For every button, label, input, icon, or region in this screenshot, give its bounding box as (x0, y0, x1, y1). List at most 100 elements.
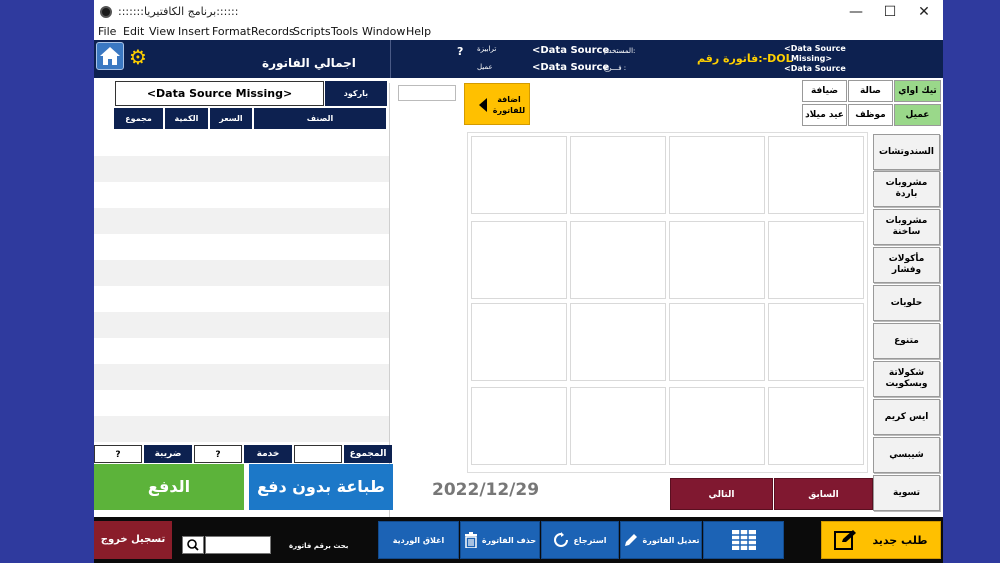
tax-value: ? (94, 445, 142, 463)
user-datasource: <Data Source (532, 45, 610, 56)
edit-invoice-button[interactable]: تعديل الفاتورة (620, 521, 702, 559)
product-tile[interactable] (570, 303, 666, 381)
order-type-customer[interactable]: عميل (894, 104, 941, 126)
barcode-input[interactable]: <Data Source Missing> (115, 81, 324, 106)
menu-file[interactable]: File (98, 25, 116, 38)
datasource-right-2: Missing> (791, 54, 833, 63)
table-row[interactable] (94, 130, 389, 156)
refund-label: استرجاع (573, 535, 607, 545)
new-order-button[interactable]: طلب جديد (821, 521, 941, 559)
window-title: :::::::برنامج الكافتيريا:::::: (118, 5, 239, 18)
topbar-divider (390, 40, 943, 78)
product-tile[interactable] (471, 303, 567, 381)
table-row[interactable] (94, 390, 389, 416)
quantity-input[interactable] (398, 85, 456, 101)
order-type-takeaway[interactable]: تيك اواي (894, 80, 941, 102)
search-button[interactable] (182, 536, 204, 554)
edit-note-icon (834, 530, 857, 550)
grid-view-button[interactable] (703, 521, 784, 559)
product-tile[interactable] (768, 136, 864, 214)
logout-button[interactable]: تسجيل خروج (94, 521, 172, 559)
pay-button[interactable]: الدفع (94, 464, 244, 510)
title-bar: :::::::برنامج الكافتيريا:::::: — ☐ ✕ (94, 0, 943, 24)
table-row[interactable] (94, 156, 389, 182)
menu-window[interactable]: Window (362, 25, 405, 38)
menu-records[interactable]: Records (251, 25, 295, 38)
col-qty: الكمية (165, 108, 208, 129)
menu-edit[interactable]: Edit (123, 25, 144, 38)
category-sandwiches[interactable]: السندوتشات (873, 134, 940, 170)
top-info-bar: ⚙ اجمالي الفاتورة ? ترابيزة عميل <Data S… (94, 40, 943, 78)
table-row[interactable] (94, 364, 389, 390)
next-page-button[interactable]: التالي (670, 478, 773, 510)
invoice-search-input[interactable] (205, 536, 271, 554)
menu-format[interactable]: Format (212, 25, 251, 38)
total-label: المجموع (344, 445, 392, 463)
prev-page-button[interactable]: السابق (774, 478, 873, 510)
product-tile[interactable] (471, 221, 567, 299)
product-tile[interactable] (669, 387, 765, 465)
table-row[interactable] (94, 234, 389, 260)
tax-label: ضريبة (144, 445, 192, 463)
print-without-pay-button[interactable]: طباعة بدون دفع (249, 464, 393, 510)
table-row[interactable] (94, 260, 389, 286)
col-item: الصنف (254, 108, 386, 129)
table-row[interactable] (94, 286, 389, 312)
category-hot-drinks[interactable]: مشروبات ساخنة (873, 209, 940, 245)
product-tile[interactable] (471, 136, 567, 214)
table-row[interactable] (94, 416, 389, 442)
category-ice-cream[interactable]: ايس كريم (873, 399, 940, 435)
category-chips[interactable]: شيبسي (873, 437, 940, 473)
product-tile[interactable] (570, 221, 666, 299)
customer-label: عميل (477, 63, 493, 71)
order-type-employee[interactable]: موظف (848, 104, 893, 126)
product-tile[interactable] (768, 303, 864, 381)
category-chocolate-biscuit[interactable]: شكولاتة وبسكويت (873, 361, 940, 397)
datasource-right-1: <Data Source (784, 44, 846, 53)
trash-icon (464, 532, 477, 548)
menu-help[interactable]: Help (406, 25, 431, 38)
pencil-icon (624, 534, 637, 546)
close-shift-button[interactable]: اغلاق الوردية (378, 521, 459, 559)
menu-view[interactable]: View (149, 25, 175, 38)
datasource-right-3: <Data Source (784, 64, 846, 73)
menu-scripts[interactable]: Scripts (293, 25, 331, 38)
col-price: السعر (210, 108, 252, 129)
category-sweets[interactable]: حلويات (873, 285, 940, 321)
table-row[interactable] (94, 338, 389, 364)
minimize-button[interactable]: — (841, 3, 871, 21)
category-misc[interactable]: متنوع (873, 323, 940, 359)
menu-tools[interactable]: Tools (331, 25, 358, 38)
refresh-icon (554, 532, 569, 547)
product-tile[interactable] (768, 387, 864, 465)
invoice-items-list[interactable] (94, 130, 389, 443)
maximize-button[interactable]: ☐ (875, 3, 905, 21)
category-cold-drinks[interactable]: مشروبات باردة (873, 171, 940, 207)
menu-bar: File Edit View Insert Format Records Scr… (94, 24, 943, 40)
gear-icon[interactable]: ⚙ (129, 46, 147, 68)
product-tile[interactable] (471, 387, 567, 465)
order-type-hospitality[interactable]: ضيافة (802, 80, 847, 102)
menu-insert[interactable]: Insert (178, 25, 210, 38)
delete-invoice-button[interactable]: حذف الفاتورة (460, 521, 540, 559)
service-value: ? (194, 445, 242, 463)
product-tile[interactable] (669, 136, 765, 214)
product-tile[interactable] (570, 136, 666, 214)
category-settlement[interactable]: تسوية (873, 475, 940, 511)
user-label: المستخدم: (604, 47, 636, 55)
add-to-invoice-button[interactable]: اضافة للفاتورة (464, 83, 530, 125)
close-button[interactable]: ✕ (909, 3, 939, 21)
service-label: خدمة (244, 445, 292, 463)
product-tile[interactable] (669, 221, 765, 299)
product-tile[interactable] (768, 221, 864, 299)
table-row[interactable] (94, 208, 389, 234)
category-food-popcorn[interactable]: مأكولات وفشار (873, 247, 940, 283)
table-row[interactable] (94, 182, 389, 208)
table-row[interactable] (94, 312, 389, 338)
order-type-hall[interactable]: صالة (848, 80, 893, 102)
order-type-birthday[interactable]: عيد ميلاد (802, 104, 847, 126)
product-tile[interactable] (570, 387, 666, 465)
product-tile[interactable] (669, 303, 765, 381)
refund-button[interactable]: استرجاع (541, 521, 619, 559)
home-button[interactable] (96, 42, 124, 70)
